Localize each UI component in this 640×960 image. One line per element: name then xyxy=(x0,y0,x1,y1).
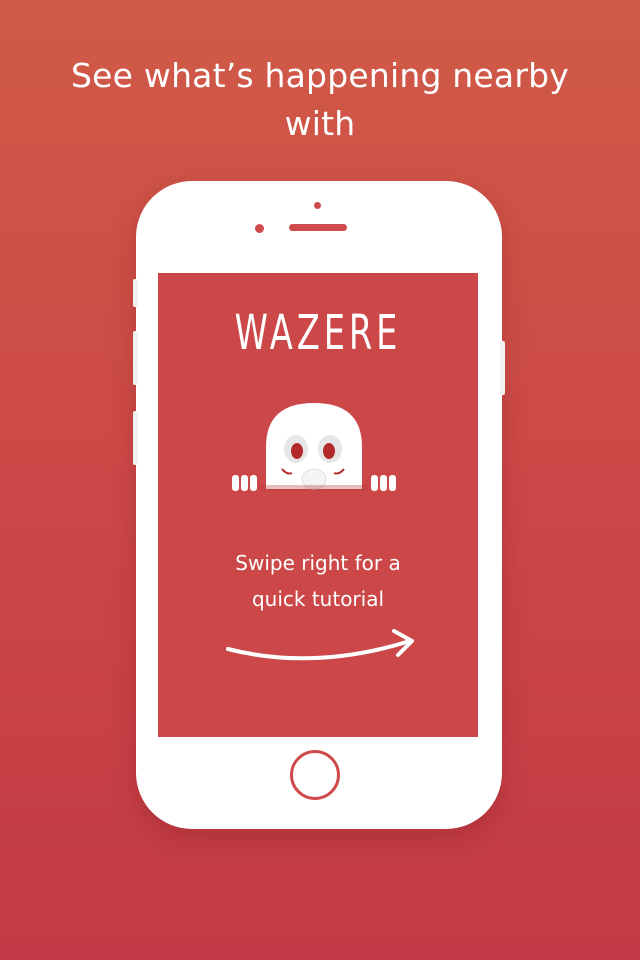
phone-side-button-volume-down xyxy=(133,411,138,465)
headline-line-1: See what’s happening nearby xyxy=(71,56,569,95)
phone-mockup: WAZERE Swipe right for a quick tutorial xyxy=(133,181,505,829)
phone-front-camera-icon xyxy=(255,224,264,233)
phone-side-button-power xyxy=(500,341,505,395)
swipe-instruction: Swipe right for a quick tutorial xyxy=(158,545,478,617)
swipe-right-arrow-icon[interactable] xyxy=(224,623,418,667)
phone-speaker-grille xyxy=(289,224,347,231)
app-title: WAZERE xyxy=(234,305,402,361)
phone-proximity-dot xyxy=(314,202,321,209)
swipe-instruction-line-1: Swipe right for a xyxy=(235,551,401,575)
peeking-skull-icon xyxy=(232,403,396,491)
promo-headline: See what’s happening nearby with xyxy=(0,52,640,148)
phone-screen: WAZERE Swipe right for a quick tutorial xyxy=(158,273,478,737)
swipe-instruction-line-2: quick tutorial xyxy=(251,587,385,611)
phone-side-button-mute xyxy=(133,279,138,307)
headline-line-2: with xyxy=(284,104,356,143)
phone-home-button xyxy=(290,750,340,800)
phone-side-button-volume-up xyxy=(133,331,138,385)
